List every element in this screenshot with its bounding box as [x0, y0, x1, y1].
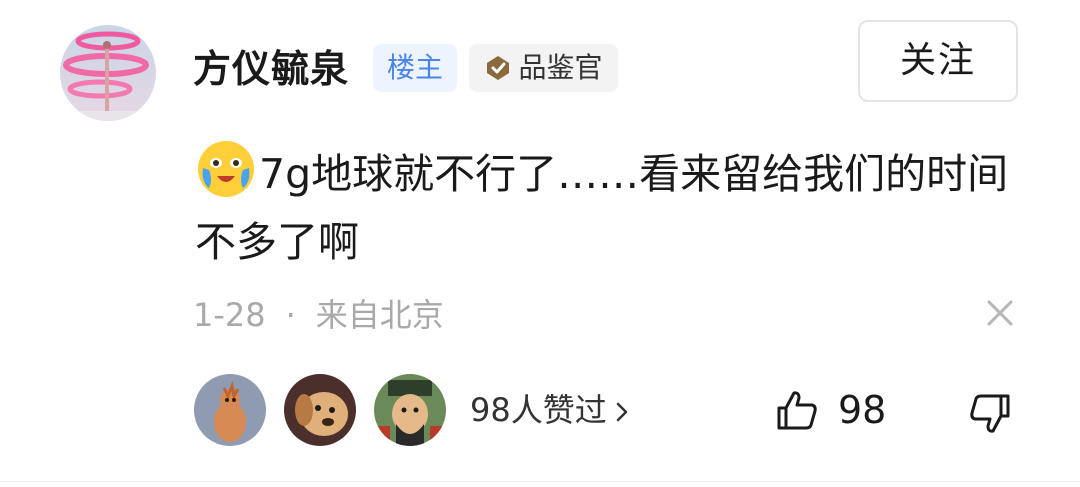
chevron-right-icon	[615, 390, 629, 422]
liker-avatar-1[interactable]	[194, 374, 266, 446]
title-badge: 品鉴官	[469, 44, 618, 92]
reviewer-badge-icon	[484, 54, 512, 82]
comment-text: 7g地球就不行了……看来留给我们的时间不多了啊	[195, 150, 1009, 266]
comment-meta: 1-28 · 来自北京	[193, 295, 444, 335]
divider	[0, 481, 1080, 482]
owner-badge: 楼主	[373, 44, 457, 92]
liked-by-link[interactable]: 98人赞过	[470, 388, 629, 432]
thumbs-down-icon[interactable]	[968, 392, 1012, 436]
follow-button[interactable]: 关注	[858, 20, 1018, 102]
thumbs-up-icon[interactable]	[775, 388, 819, 432]
title-badge-label: 品鉴官	[518, 51, 603, 84]
crying-laughing-emoji-icon	[195, 138, 257, 200]
comment-text-block: 7g地球就不行了……看来留给我们的时间不多了啊	[195, 138, 1015, 276]
user-avatar[interactable]	[60, 25, 156, 121]
liker-avatar-3[interactable]	[374, 374, 446, 446]
liker-avatar-2[interactable]	[284, 374, 356, 446]
liked-by-label: 98人赞过	[470, 391, 607, 429]
meta-separator: ·	[285, 296, 296, 334]
comment-location: 来自北京	[315, 296, 444, 334]
comment-date: 1-28	[193, 296, 266, 334]
like-count: 98	[838, 388, 887, 432]
close-icon[interactable]	[985, 298, 1015, 328]
username[interactable]: 方仪毓泉	[193, 45, 349, 93]
